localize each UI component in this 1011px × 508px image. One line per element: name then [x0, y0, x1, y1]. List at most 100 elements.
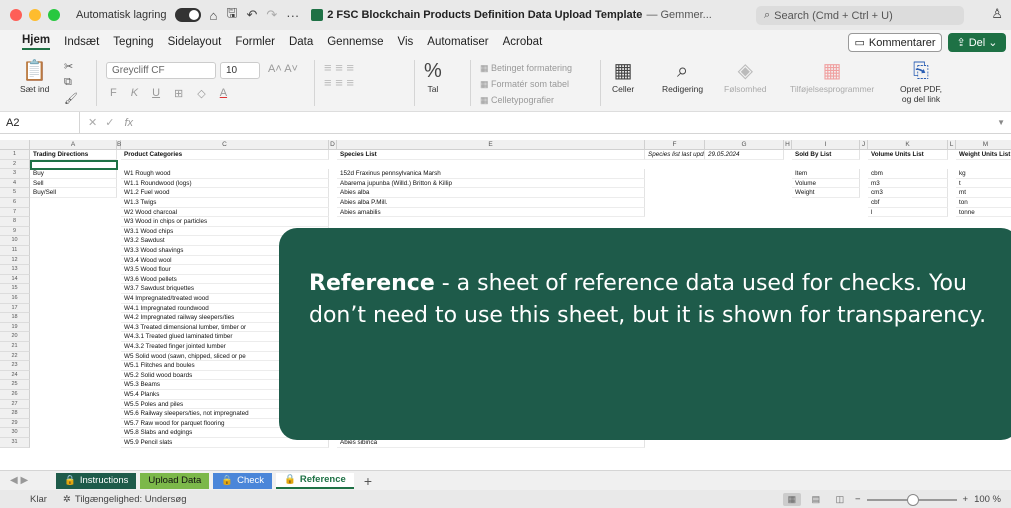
volume-unit-cell[interactable]: m3 [868, 178, 948, 189]
row-header[interactable]: 10 [0, 236, 30, 246]
row-header[interactable]: 6 [0, 198, 30, 208]
row-header[interactable]: 30 [0, 428, 30, 438]
column-header-d[interactable]: D [329, 140, 337, 150]
sensitivity-button[interactable]: ◈ Følsomhed [724, 58, 767, 94]
tab-indsaet[interactable]: Indsæt [64, 36, 99, 48]
header-volume-units[interactable]: Volume Units List [868, 150, 948, 160]
cells-button[interactable]: ▦ Celler [612, 58, 634, 94]
row-header[interactable]: 31 [0, 438, 30, 448]
header-date[interactable]: 29.05.2024 [705, 150, 784, 160]
row-header[interactable]: 2 [0, 159, 30, 170]
autosave-toggle[interactable] [174, 8, 201, 22]
user-icon[interactable]: ♙ [991, 6, 1003, 22]
sold-by-cell[interactable]: Volume [792, 178, 860, 189]
row-header[interactable]: 25 [0, 380, 30, 390]
format-painter-icon[interactable]: 🖌 [64, 92, 78, 105]
column-header-g[interactable]: G [705, 140, 784, 150]
volume-unit-cell[interactable]: cbf [868, 198, 948, 208]
share-button[interactable]: ⇪ Del ⌄ [948, 33, 1006, 52]
product-category-cell[interactable]: W2 Wood charcoal [121, 207, 329, 218]
page-layout-icon[interactable]: ▤ [807, 493, 825, 506]
product-category-cell[interactable]: W1.3 Twigs [121, 198, 329, 208]
tab-check[interactable]: 🔒 Check [213, 472, 273, 489]
row-header[interactable]: 27 [0, 399, 30, 410]
tab-instructions[interactable]: 🔒 Instructions [56, 472, 137, 489]
row-header[interactable]: 13 [0, 265, 30, 275]
trading-direction-cell[interactable]: Sell [30, 178, 117, 189]
row-header[interactable]: 9 [0, 226, 30, 237]
row-header[interactable]: 11 [0, 246, 30, 256]
column-header-i[interactable]: I [792, 140, 860, 150]
cancel-icon[interactable]: ✕ [88, 116, 97, 129]
product-category-cell[interactable]: W3 Wood in chips or particles [121, 217, 329, 227]
column-header-k[interactable]: K [868, 140, 948, 150]
column-header-e[interactable]: E [337, 140, 645, 150]
row-header[interactable]: 7 [0, 207, 30, 218]
volume-unit-cell[interactable]: cm3 [868, 188, 948, 198]
row-header[interactable]: 3 [0, 169, 30, 179]
tab-gennemse[interactable]: Gennemse [327, 36, 383, 48]
column-header-a[interactable]: A [30, 140, 117, 150]
column-header-m[interactable]: M [956, 140, 1011, 150]
header-sold-by[interactable]: Sold By List [792, 150, 860, 160]
font-name-select[interactable]: Greycliff CF [106, 62, 216, 79]
row-header[interactable]: 14 [0, 274, 30, 285]
selected-cell-a2[interactable] [30, 159, 118, 170]
undo-icon[interactable]: ↶ [246, 7, 257, 23]
number-format-button[interactable]: % Tal [424, 58, 442, 94]
align-icon[interactable]: ≡ ≡ ≡ ≡ ≡ ≡ [324, 60, 354, 90]
row-header[interactable]: 29 [0, 418, 30, 429]
sheet-nav-arrows[interactable]: ◀ ▶ [10, 475, 30, 486]
column-header-l[interactable]: L [948, 140, 956, 150]
row-header[interactable]: 12 [0, 255, 30, 266]
bold-icon[interactable]: F [110, 87, 117, 100]
more-icon[interactable]: ··· [286, 8, 299, 23]
product-category-cell[interactable]: W1 Rough wood [121, 169, 329, 179]
comments-button[interactable]: ▭ Kommentarer [848, 33, 942, 52]
tab-automatiser[interactable]: Automatiser [427, 36, 488, 48]
weight-unit-cell[interactable]: t [956, 179, 1011, 189]
zoom-slider-knob[interactable] [906, 493, 919, 506]
row-header[interactable]: 18 [0, 313, 30, 323]
species-cell[interactable]: Abies amabilis [337, 207, 645, 218]
column-header-c[interactable]: C [121, 140, 329, 150]
redo-icon[interactable]: ↷ [266, 7, 277, 23]
header-trading-directions[interactable]: Trading Directions [30, 150, 117, 160]
row-header[interactable]: 26 [0, 390, 30, 400]
paste-button[interactable]: 📋 Sæt ind [20, 58, 49, 94]
trading-direction-cell[interactable]: Buy/Sell [30, 188, 117, 198]
select-all-corner[interactable] [0, 140, 30, 150]
normal-view-icon[interactable]: ▦ [782, 493, 801, 506]
cell-styles-button[interactable]: ▦ Celletypografier [480, 92, 572, 108]
column-header-f[interactable]: F [645, 140, 705, 150]
zoom-out-icon[interactable]: − [855, 494, 861, 505]
create-pdf-button[interactable]: ⎘ Opret PDF, og del link [900, 58, 942, 104]
product-category-cell[interactable]: W1.1 Roundwood (logs) [121, 178, 329, 189]
font-grow-icon[interactable]: A˄ A˅ [268, 63, 298, 75]
font-color-icon[interactable]: A [220, 87, 227, 100]
accessibility-status[interactable]: Tilgængelighed: Undersøg [75, 494, 187, 505]
row-header[interactable]: 15 [0, 284, 30, 294]
tab-acrobat[interactable]: Acrobat [503, 36, 543, 48]
row-header[interactable]: 28 [0, 409, 30, 419]
weight-unit-cell[interactable]: tonne [956, 208, 1011, 218]
close-window-button[interactable] [10, 9, 22, 21]
expand-formula-icon[interactable]: ▼ [997, 118, 1005, 127]
tab-reference[interactable]: 🔒 Reference [276, 472, 354, 489]
row-header[interactable]: 8 [0, 217, 30, 227]
page-break-icon[interactable]: ◫ [831, 493, 849, 506]
underline-icon[interactable]: U [152, 87, 160, 100]
row-header[interactable]: 23 [0, 361, 30, 371]
species-cell[interactable]: Abies alba P.Mill. [337, 198, 645, 208]
tab-tegning[interactable]: Tegning [113, 36, 153, 48]
tab-formler[interactable]: Formler [235, 36, 275, 48]
zoom-slider[interactable] [866, 493, 957, 506]
row-header[interactable]: 20 [0, 332, 30, 342]
row-header[interactable]: 16 [0, 294, 30, 304]
confirm-icon[interactable]: ✓ [105, 116, 114, 129]
header-product-categories[interactable]: Product Categories [121, 150, 329, 160]
row-header[interactable]: 1 [0, 150, 30, 160]
add-sheet-button[interactable]: + [364, 473, 372, 489]
home-icon[interactable]: ⌂ [210, 8, 218, 23]
header-species-list[interactable]: Species List [337, 150, 645, 160]
